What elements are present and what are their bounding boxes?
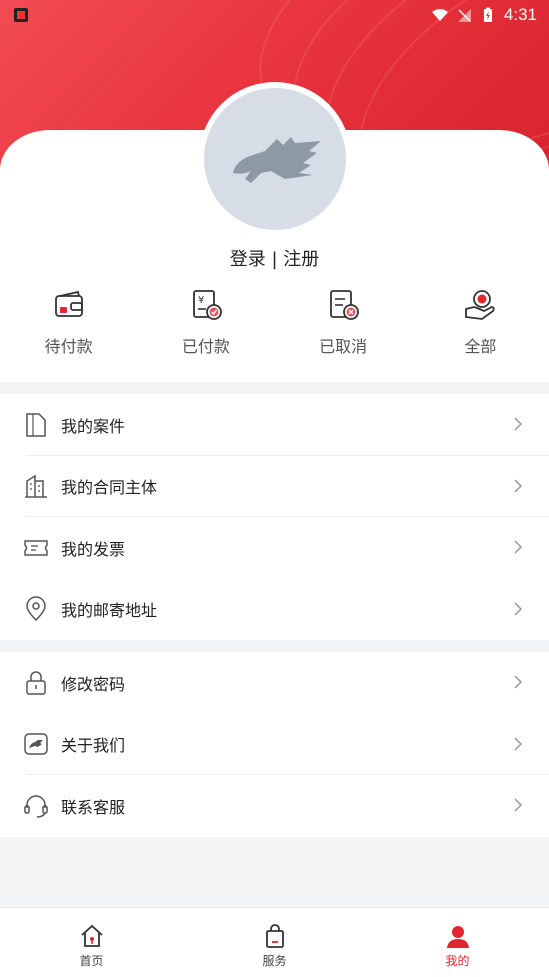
tab-label: 首页 bbox=[79, 954, 104, 968]
order-label: 已付款 bbox=[181, 337, 230, 356]
avatar[interactable] bbox=[204, 88, 346, 230]
tab-label: 服务 bbox=[262, 954, 287, 968]
ticket-icon bbox=[24, 540, 48, 556]
order-all[interactable]: 全部 bbox=[412, 285, 549, 365]
menu-item-mailing-address[interactable]: 我的邮寄地址 bbox=[0, 579, 549, 641]
order-paid[interactable]: ¥ 已付款 bbox=[137, 285, 274, 365]
order-pending-payment[interactable]: 待付款 bbox=[0, 285, 137, 365]
order-label: 待付款 bbox=[44, 337, 93, 356]
menu-section-2: 修改密码 关于我们 联系客服 bbox=[0, 652, 549, 837]
menu-item-contact-support[interactable]: 联系客服 bbox=[0, 775, 549, 837]
menu-item-about-us[interactable]: 关于我们 bbox=[0, 714, 549, 775]
wallet-icon bbox=[54, 290, 83, 317]
all-orders-icon bbox=[465, 290, 496, 320]
battery-charging-icon bbox=[483, 7, 492, 22]
svg-text:¥: ¥ bbox=[198, 295, 204, 306]
order-shortcuts: 待付款 ¥ 已付款 已取消 全部 bbox=[0, 285, 549, 365]
wifi-icon bbox=[431, 9, 448, 21]
menu-label: 我的合同主体 bbox=[61, 478, 158, 498]
menu-label: 我的邮寄地址 bbox=[61, 601, 158, 621]
horse-logo-icon bbox=[233, 137, 321, 183]
chevron-right-icon bbox=[514, 798, 523, 812]
menu-label: 修改密码 bbox=[61, 674, 126, 694]
chevron-right-icon bbox=[514, 601, 523, 616]
menu-label: 我的案件 bbox=[61, 416, 126, 436]
order-cancelled[interactable]: 已取消 bbox=[275, 285, 412, 365]
headset-icon bbox=[24, 795, 48, 818]
chevron-right-icon bbox=[514, 478, 523, 493]
order-label: 全部 bbox=[464, 337, 497, 356]
location-pin-icon bbox=[26, 596, 46, 622]
user-icon bbox=[446, 926, 469, 948]
menu-label: 联系客服 bbox=[61, 797, 126, 817]
cancelled-receipt-icon bbox=[330, 290, 360, 320]
app-notification-icon bbox=[14, 8, 28, 22]
chevron-right-icon bbox=[514, 540, 523, 554]
tab-mine[interactable]: 我的 bbox=[366, 908, 549, 977]
chevron-right-icon bbox=[514, 675, 523, 689]
document-icon bbox=[26, 413, 46, 437]
about-icon bbox=[24, 733, 48, 755]
paid-receipt-icon: ¥ bbox=[192, 290, 222, 320]
no-signal-icon bbox=[457, 9, 471, 22]
chevron-right-icon bbox=[514, 417, 523, 431]
menu-label: 我的发票 bbox=[61, 539, 126, 559]
status-time: 4:31 bbox=[503, 5, 537, 24]
bottom-tab-bar: 首页 服务 我的 bbox=[0, 907, 549, 977]
menu-label: 关于我们 bbox=[61, 736, 126, 756]
login-register-link[interactable]: 登录 | 注册 bbox=[0, 245, 549, 271]
lock-icon bbox=[26, 671, 46, 695]
status-bar: 4:31 bbox=[0, 0, 549, 30]
tab-home[interactable]: 首页 bbox=[0, 908, 183, 977]
menu-item-change-password[interactable]: 修改密码 bbox=[0, 652, 549, 714]
home-icon bbox=[80, 924, 103, 947]
building-icon bbox=[25, 474, 47, 498]
menu-item-my-cases[interactable]: 我的案件 bbox=[0, 394, 549, 456]
tab-services[interactable]: 服务 bbox=[183, 908, 366, 977]
chevron-right-icon bbox=[514, 736, 523, 751]
menu-item-invoices[interactable]: 我的发票 bbox=[0, 517, 549, 579]
order-label: 已取消 bbox=[319, 337, 368, 356]
menu-item-contract-entity[interactable]: 我的合同主体 bbox=[0, 456, 549, 517]
tab-label: 我的 bbox=[445, 954, 470, 968]
shopping-bag-icon bbox=[265, 924, 284, 948]
menu-section-1: 我的案件 我的合同主体 我的发票 我的邮寄地址 bbox=[0, 394, 549, 640]
